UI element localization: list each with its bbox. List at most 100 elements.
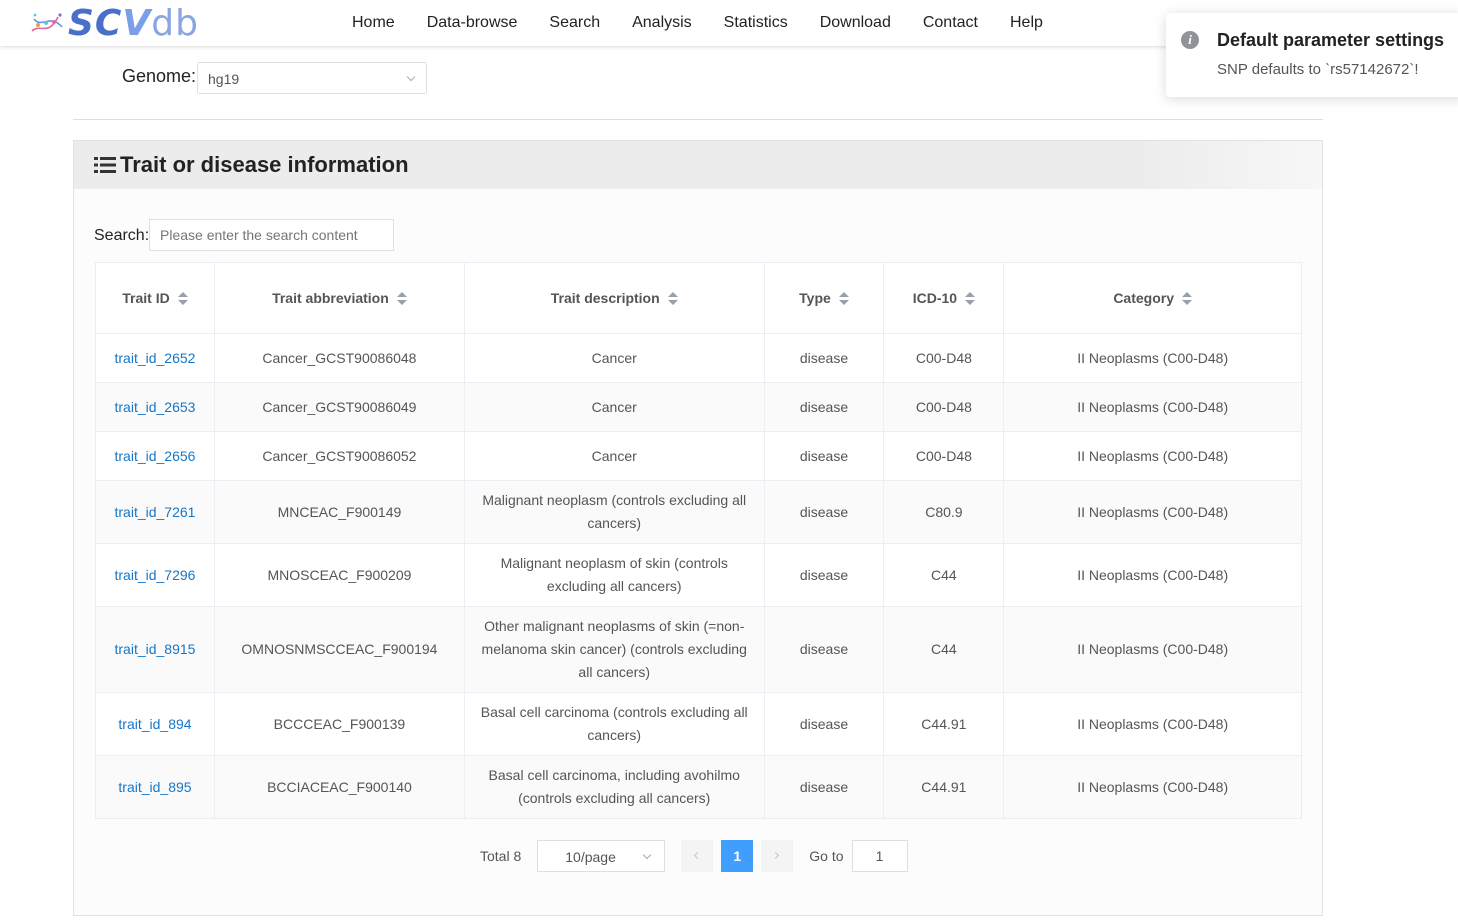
sort-icon[interactable] [667, 292, 678, 306]
divider [73, 119, 1323, 120]
chevron-down-icon [406, 72, 416, 82]
table-row: trait_id_2656 Cancer_GCST90086052 Cancer… [95, 431, 1302, 481]
cell-abbreviation: Cancer_GCST90086052 [213, 431, 465, 481]
page-size-select[interactable]: 10/page [537, 840, 666, 872]
prev-page-button[interactable] [681, 840, 714, 872]
cell-description: Malignant neoplasm of skin (controls exc… [463, 543, 765, 607]
nav-statistics[interactable]: Statistics [708, 14, 804, 32]
chevron-down-icon [643, 850, 652, 860]
nav-home[interactable]: Home [336, 14, 411, 32]
goto-label: Go to [809, 848, 844, 864]
genome-select-value: hg19 [208, 71, 240, 87]
trait-id-link[interactable]: trait_id_2656 [115, 448, 196, 464]
genome-label: Genome: [122, 66, 197, 86]
next-page-button[interactable] [761, 840, 794, 872]
nav-contact[interactable]: Contact [907, 14, 994, 32]
cell-type: disease [763, 692, 885, 756]
cell-description: Cancer [463, 431, 765, 481]
goto-page-input[interactable]: 1 [851, 840, 908, 872]
cell-icd10: C00-D48 [883, 333, 1005, 383]
nav-analysis[interactable]: Analysis [616, 14, 708, 32]
trait-table: Trait ID Trait abbreviation Trait descri… [95, 262, 1302, 819]
page-size-value: 10/page [565, 849, 616, 865]
cell-description: Other malignant neoplasms of skin (=non-… [463, 606, 765, 693]
trait-id-link[interactable]: trait_id_895 [118, 779, 191, 795]
cell-type: disease [763, 333, 885, 383]
cell-description: Cancer [463, 382, 765, 432]
col-header-trait-description[interactable]: Trait description [463, 262, 765, 334]
table-header-row: Trait ID Trait abbreviation Trait descri… [95, 262, 1302, 334]
panel-header: Trait or disease information [74, 141, 1322, 189]
cell-icd10: C00-D48 [883, 382, 1005, 432]
cell-type: disease [763, 382, 885, 432]
nav-data-browse[interactable]: Data-browse [411, 14, 534, 32]
cell-category: II Neoplasms (C00-D48) [1003, 543, 1302, 607]
chevron-left-icon [694, 851, 702, 860]
cell-icd10: C00-D48 [883, 431, 1005, 481]
cell-trait-id: trait_id_7261 [95, 480, 215, 544]
nav-search[interactable]: Search [533, 14, 616, 32]
site-logo[interactable]: SCVdb [28, 2, 199, 44]
table-row: trait_id_7261 MNCEAC_F900149 Malignant n… [95, 480, 1302, 544]
cell-category: II Neoplasms (C00-D48) [1003, 431, 1302, 481]
site-name: SCVdb [68, 2, 199, 44]
sort-icon[interactable] [177, 292, 188, 306]
trait-id-link[interactable]: trait_id_2653 [115, 399, 196, 415]
table-row: trait_id_2652 Cancer_GCST90086048 Cancer… [95, 333, 1302, 383]
trait-id-link[interactable]: trait_id_894 [118, 716, 191, 732]
cell-trait-id: trait_id_2653 [95, 382, 215, 432]
cell-abbreviation: OMNOSNMSCCEAC_F900194 [213, 606, 465, 693]
cell-category: II Neoplasms (C00-D48) [1003, 382, 1302, 432]
cell-abbreviation: Cancer_GCST90086049 [213, 382, 465, 432]
cell-abbreviation: BCCCEAC_F900139 [213, 692, 465, 756]
cell-type: disease [763, 431, 885, 481]
nav-help[interactable]: Help [994, 14, 1059, 32]
trait-id-link[interactable]: trait_id_2652 [115, 350, 196, 366]
trait-id-link[interactable]: trait_id_7261 [115, 504, 196, 520]
cell-abbreviation: Cancer_GCST90086048 [213, 333, 465, 383]
search-input[interactable] [149, 219, 394, 251]
sort-icon[interactable] [838, 292, 849, 306]
col-header-trait-id[interactable]: Trait ID [95, 262, 215, 334]
col-header-category[interactable]: Category [1003, 262, 1302, 334]
table-row: trait_id_895 BCCIACEAC_F900140 Basal cel… [95, 755, 1302, 819]
trait-id-link[interactable]: trait_id_7296 [115, 567, 196, 583]
cell-icd10: C44 [883, 543, 1005, 607]
cell-description: Malignant neoplasm (controls excluding a… [463, 480, 765, 544]
search-label: Search: [94, 227, 150, 244]
cell-type: disease [763, 606, 885, 693]
cell-trait-id: trait_id_895 [95, 755, 215, 819]
list-icon [94, 156, 116, 174]
page-number-current[interactable]: 1 [721, 840, 754, 872]
cell-description: Basal cell carcinoma (controls excluding… [463, 692, 765, 756]
col-header-type[interactable]: Type [763, 262, 885, 334]
trait-id-link[interactable]: trait_id_8915 [115, 641, 196, 657]
col-header-icd10[interactable]: ICD-10 [883, 262, 1005, 334]
cell-trait-id: trait_id_7296 [95, 543, 215, 607]
sort-icon[interactable] [965, 292, 976, 306]
cell-icd10: C44 [883, 606, 1005, 693]
cell-icd10: C44.91 [883, 692, 1005, 756]
pagination-total: Total 8 [480, 848, 522, 864]
info-icon: i [1181, 31, 1199, 49]
table-row: trait_id_2653 Cancer_GCST90086049 Cancer… [95, 382, 1302, 432]
main-nav: Home Data-browse Search Analysis Statist… [336, 0, 1059, 46]
cell-icd10: C80.9 [883, 480, 1005, 544]
pagination: Total 8 10/page 1 Go to 1 [480, 840, 908, 872]
cell-abbreviation: MNCEAC_F900149 [213, 480, 465, 544]
col-header-trait-abbreviation[interactable]: Trait abbreviation [213, 262, 465, 334]
cell-type: disease [763, 755, 885, 819]
nav-download[interactable]: Download [804, 14, 907, 32]
genome-select[interactable]: hg19 [197, 62, 427, 94]
cell-category: II Neoplasms (C00-D48) [1003, 480, 1302, 544]
table-row: trait_id_894 BCCCEAC_F900139 Basal cell … [95, 692, 1302, 756]
cell-category: II Neoplasms (C00-D48) [1003, 755, 1302, 819]
sort-icon[interactable] [1182, 292, 1192, 306]
trait-info-panel: Trait or disease information Search: Tra… [73, 140, 1323, 916]
table-row: trait_id_7296 MNOSCEAC_F900209 Malignant… [95, 543, 1302, 607]
sort-icon[interactable] [396, 292, 407, 306]
cell-abbreviation: MNOSCEAC_F900209 [213, 543, 465, 607]
dna-logo-icon [28, 3, 68, 43]
cell-abbreviation: BCCIACEAC_F900140 [213, 755, 465, 819]
notification-message: SNP defaults to `rs57142672`! [1217, 61, 1419, 78]
